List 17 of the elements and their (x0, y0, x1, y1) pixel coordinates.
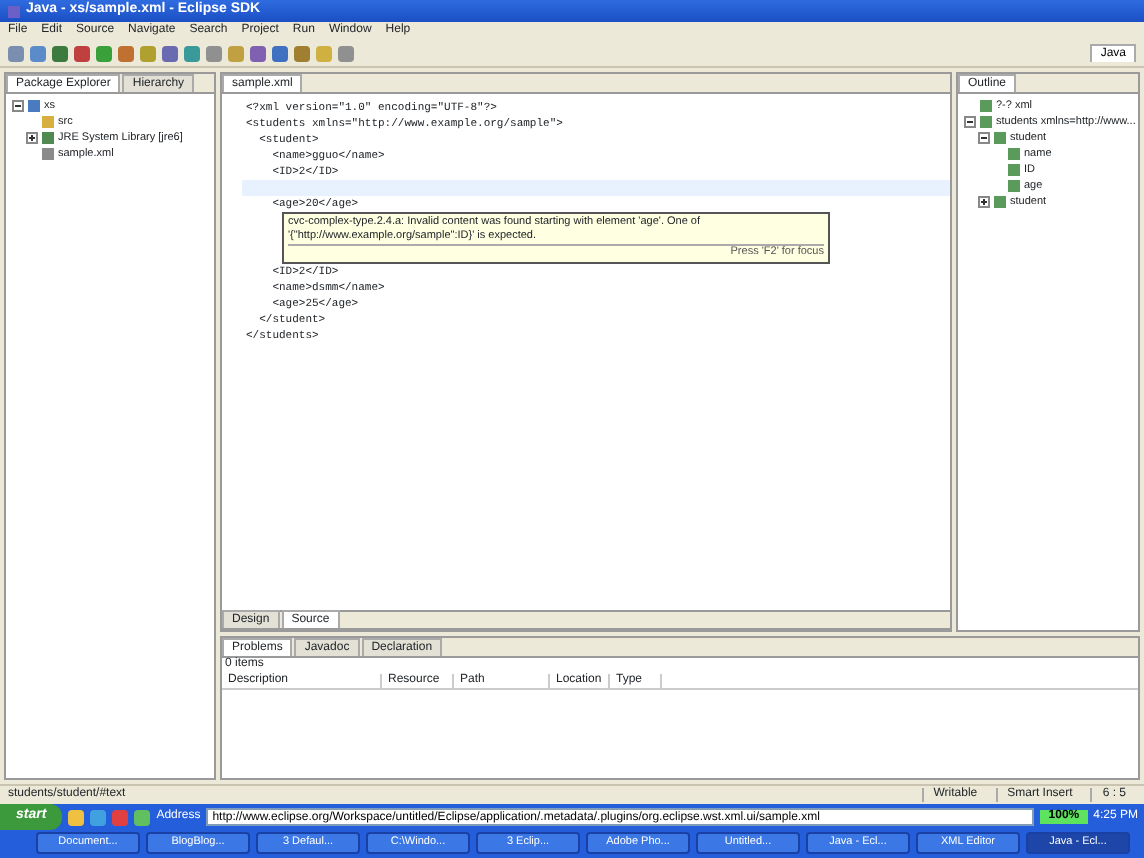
node-icon (980, 100, 992, 112)
node-icon (994, 196, 1006, 208)
node-icon (994, 132, 1006, 144)
minus-icon[interactable] (978, 132, 990, 144)
node-icon (42, 132, 54, 144)
node-icon (42, 148, 54, 160)
node-icon (28, 100, 40, 112)
minus-icon[interactable] (964, 116, 976, 128)
node-icon (1008, 180, 1020, 192)
node-icon (42, 116, 54, 128)
eclipse-icon (8, 5, 20, 17)
plus-icon[interactable] (978, 196, 990, 208)
node-icon (1008, 148, 1020, 160)
plus-icon[interactable] (26, 132, 38, 144)
node-icon (1008, 164, 1020, 176)
minus-icon[interactable] (12, 100, 24, 112)
node-icon (980, 116, 992, 128)
